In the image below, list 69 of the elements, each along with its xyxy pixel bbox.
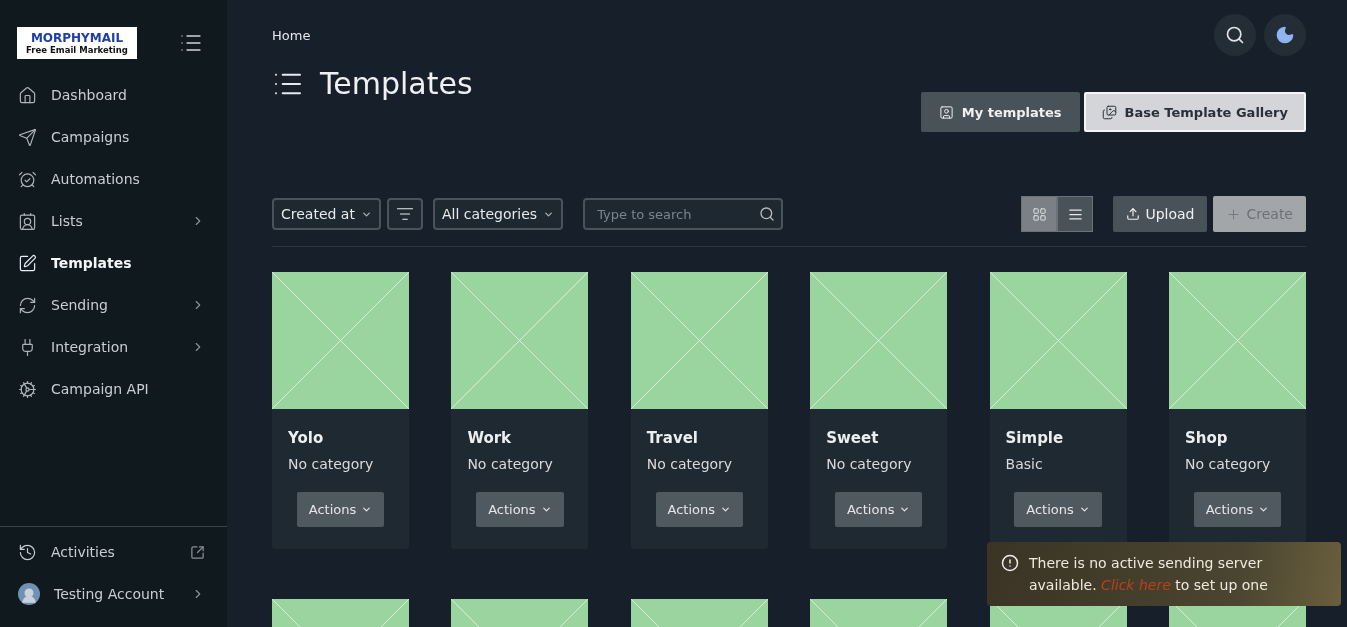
nav-icon (18, 127, 37, 147)
actions-button[interactable]: Actions (655, 492, 744, 527)
template-name: Travel (646, 429, 699, 447)
caret-icon (899, 504, 911, 515)
nav-icon (18, 211, 37, 231)
plus-icon (1226, 206, 1242, 222)
sidebar-item[interactable]: Lists (0, 200, 227, 242)
history-icon (18, 542, 37, 562)
dark-mode-button[interactable] (1264, 14, 1306, 56)
caret-icon (1258, 504, 1270, 515)
template-category: No category (826, 456, 913, 472)
upload-icon (1126, 207, 1141, 221)
sidebar-item[interactable]: Campaign API (0, 368, 227, 410)
images-icon (1101, 104, 1117, 120)
actions-button[interactable]: Actions (296, 492, 385, 527)
search-field[interactable]: Type to search (583, 198, 784, 230)
sort-dropdown[interactable]: Created at (272, 198, 381, 230)
template-name: Simple (1005, 429, 1065, 447)
sidebar-item[interactable]: Activities (0, 531, 227, 573)
template-name: Shop (1184, 429, 1229, 447)
template-name: Yolo (288, 429, 325, 447)
page-title: Templates (320, 66, 473, 101)
avatar-icon (18, 583, 40, 605)
nav-icon (18, 85, 37, 105)
caret-icon (361, 504, 373, 515)
alert-icon (1001, 554, 1019, 572)
caret-icon (540, 504, 552, 515)
template-category: No category (646, 456, 734, 472)
moon-icon (1275, 25, 1295, 45)
sidebar-item[interactable]: Campaigns (0, 116, 227, 158)
search-icon (759, 206, 776, 222)
actions-button[interactable]: Actions (1193, 492, 1282, 527)
tab[interactable]: My templates (920, 92, 1080, 132)
caret-icon (720, 504, 732, 515)
upload-button[interactable]: Upload (1113, 196, 1208, 232)
sort-icon (395, 205, 414, 223)
category-dropdown[interactable]: All categories (432, 198, 564, 230)
actions-button[interactable]: Actions (1014, 492, 1102, 527)
actions-button[interactable]: Actions (834, 492, 923, 527)
sidebar-item[interactable]: Automations (0, 158, 227, 200)
caret-icon (1078, 504, 1090, 515)
external-link-icon (190, 544, 205, 560)
grid-icon (1031, 206, 1047, 222)
template-category: No category (1184, 456, 1272, 472)
nav-icon (18, 169, 37, 189)
tab[interactable]: Base Template Gallery (1083, 92, 1306, 132)
breadcrumb[interactable]: Home (272, 27, 311, 43)
template-category: No category (288, 456, 375, 472)
search-icon (1225, 25, 1245, 45)
list-view-button[interactable] (1057, 196, 1094, 232)
list-icon (1067, 206, 1083, 222)
actions-button[interactable]: Actions (476, 492, 564, 527)
account-item[interactable]: Testing Account (0, 573, 227, 615)
nav-icon (18, 295, 37, 315)
sidebar-item[interactable]: Sending (0, 284, 227, 326)
logo: MORPHYMAIL Free Email Marketing (17, 27, 137, 59)
template-category: No category (467, 456, 554, 472)
user-icon (938, 104, 954, 120)
sidebar-item[interactable]: Templates (0, 242, 227, 284)
template-category: Basic (1005, 456, 1044, 472)
nav-icon (18, 253, 37, 273)
template-name: Sweet (826, 429, 880, 447)
notification-text: There is no active sending server available. Click here to set up one (1029, 554, 1269, 595)
sidebar-item[interactable]: Dashboard (0, 74, 227, 116)
nav-icon (18, 379, 37, 399)
search-button[interactable] (1214, 14, 1256, 56)
template-name: Work (467, 429, 513, 447)
sidebar-item[interactable]: Integration (0, 326, 227, 368)
sort-order-button[interactable] (386, 198, 423, 230)
